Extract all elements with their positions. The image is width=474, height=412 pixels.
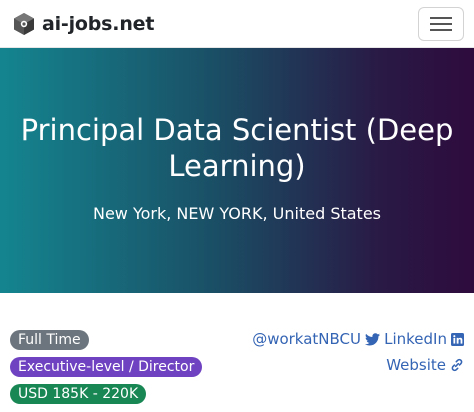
job-location: New York, NEW YORK, United States: [92, 204, 382, 223]
website-link[interactable]: Website: [386, 356, 464, 374]
brand-name: ai-jobs.net: [42, 13, 155, 35]
website-link-label: Website: [386, 356, 446, 374]
navbar-toggle-button[interactable]: [418, 7, 464, 41]
salary-badge: USD 185K - 220K: [10, 384, 147, 404]
linkedin-link-label: LinkedIn: [384, 330, 447, 348]
hamburger-menu-icon: [430, 17, 452, 31]
linkedin-link[interactable]: LinkedIn: [384, 330, 464, 348]
twitter-icon: [365, 332, 380, 345]
link-icon: [451, 358, 463, 372]
experience-level-badge: Executive-level / Director: [10, 357, 203, 377]
linkedin-icon: [451, 332, 464, 346]
top-navbar: ai-jobs.net: [0, 0, 474, 48]
brand-link[interactable]: ai-jobs.net: [12, 10, 154, 38]
ai-jobs-logo-icon: [14, 13, 34, 35]
twitter-link-label: @workatNBCU: [252, 330, 361, 348]
employment-type-badge: Full Time: [10, 330, 89, 350]
job-title: Principal Data Scientist (Deep Learning): [20, 113, 454, 183]
job-hero-banner: Principal Data Scientist (Deep Learning)…: [0, 48, 474, 293]
twitter-link[interactable]: @workatNBCU: [252, 330, 380, 348]
